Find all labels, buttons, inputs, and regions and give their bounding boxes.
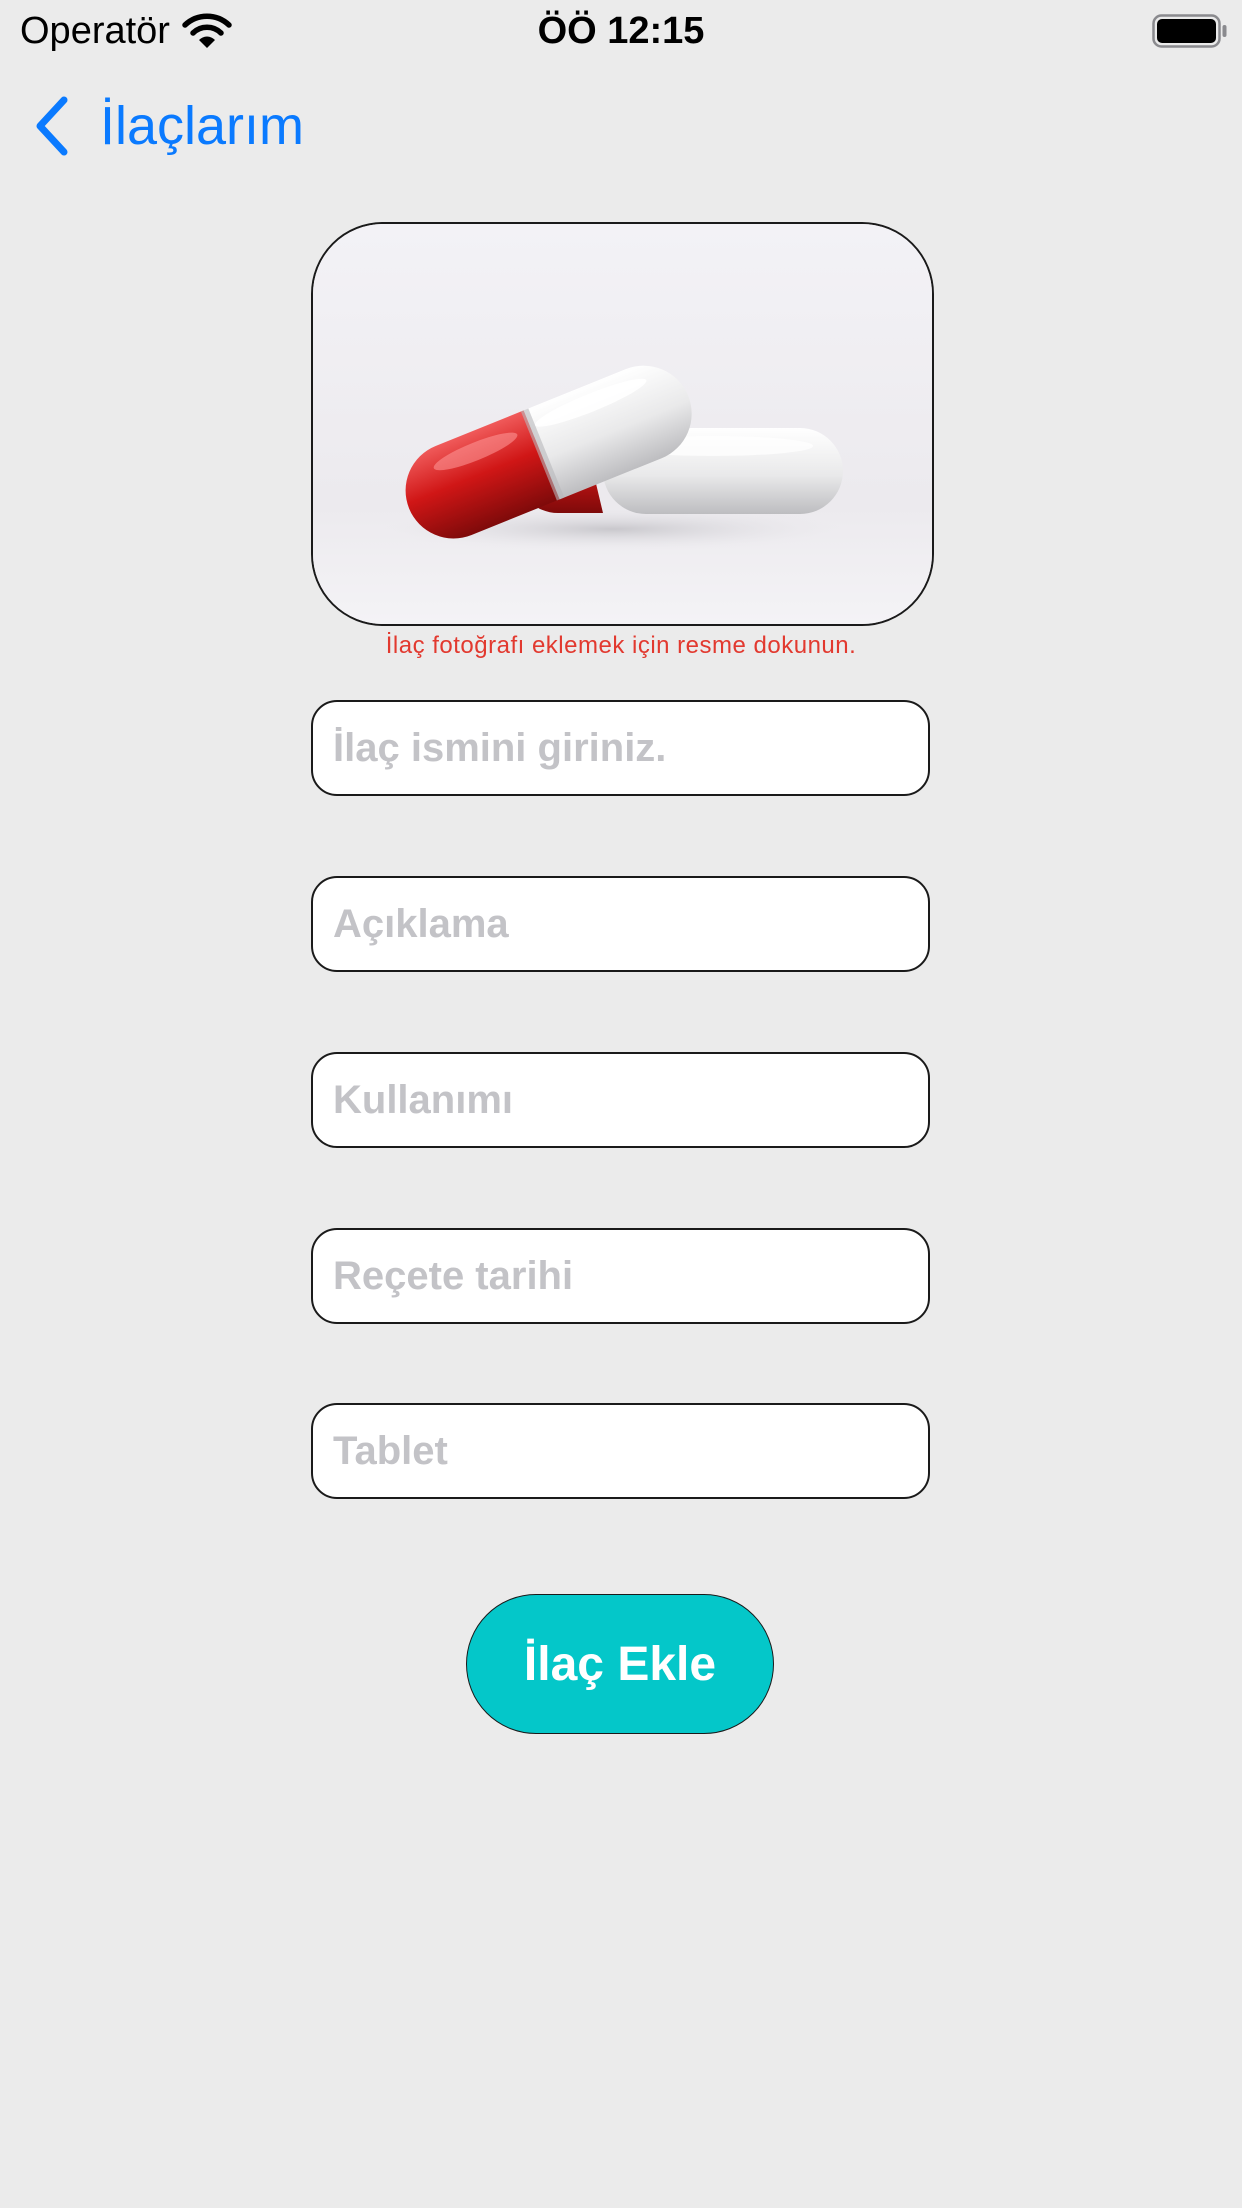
tablet-input[interactable] xyxy=(311,1403,930,1499)
description-input[interactable] xyxy=(311,876,930,972)
chevron-left-icon xyxy=(36,96,68,156)
back-label: İlaçlarım xyxy=(100,96,305,156)
battery-icon xyxy=(1152,14,1227,48)
add-medicine-button[interactable]: İlaç Ekle xyxy=(466,1594,774,1734)
photo-hint: İlaç fotoğrafı eklemek için resme dokunu… xyxy=(385,632,857,659)
medicine-photo[interactable] xyxy=(311,222,934,626)
back-button[interactable]: İlaçlarım xyxy=(30,90,304,162)
medicine-name-input[interactable] xyxy=(311,700,930,796)
prescription-date-input[interactable] xyxy=(311,1228,930,1324)
capsule-image xyxy=(313,224,932,624)
usage-input[interactable] xyxy=(311,1052,930,1148)
status-time: ÖÖ 12:15 xyxy=(537,10,705,52)
status-bar: Operatör ÖÖ 12:15 xyxy=(0,0,1242,62)
